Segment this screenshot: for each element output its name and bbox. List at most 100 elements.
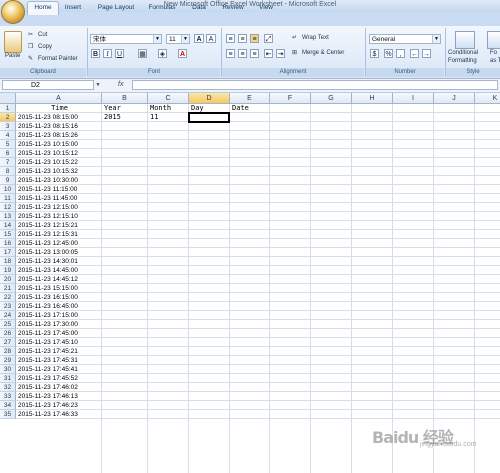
row-header[interactable]: 8 xyxy=(0,167,16,176)
font-size-select[interactable]: 11 ▼ xyxy=(166,34,190,44)
merge-center-icon[interactable]: ⊞ xyxy=(292,49,297,58)
row-header[interactable]: 10 xyxy=(0,185,16,194)
tab-formulas[interactable]: Formulas xyxy=(145,2,179,14)
bold-icon[interactable]: B xyxy=(91,49,100,58)
row-header[interactable]: 4 xyxy=(0,131,16,140)
cell-a20[interactable]: 2015-11-23 14:45:12 xyxy=(18,275,101,284)
format-as-table-label-2[interactable]: as T xyxy=(490,57,500,66)
select-all-corner[interactable] xyxy=(0,93,16,104)
cell-a10[interactable]: 2015-11-23 11:15:00 xyxy=(18,185,101,194)
cell-a3[interactable]: 2015-11-23 08:15:16 xyxy=(18,122,101,131)
chevron-down-icon[interactable]: ▼ xyxy=(181,35,189,43)
cell-b1[interactable]: Year xyxy=(104,104,147,113)
name-box[interactable]: D2 xyxy=(2,80,94,90)
row-header[interactable]: 6 xyxy=(0,149,16,158)
cell-a27[interactable]: 2015-11-23 17:45:10 xyxy=(18,338,101,347)
shrink-font-icon[interactable]: A xyxy=(206,34,216,43)
tab-insert[interactable]: Insert xyxy=(60,2,86,14)
grow-font-icon[interactable]: A xyxy=(194,34,204,43)
column-header-a[interactable]: A xyxy=(16,93,102,104)
copy-button[interactable]: Copy xyxy=(38,43,52,52)
align-top-icon[interactable]: ≡ xyxy=(226,34,235,43)
row-header[interactable]: 5 xyxy=(0,140,16,149)
row-header[interactable]: 15 xyxy=(0,230,16,239)
tab-home[interactable]: Home xyxy=(27,1,59,15)
cell-a33[interactable]: 2015-11-23 17:46:13 xyxy=(18,392,101,401)
row-header[interactable]: 16 xyxy=(0,239,16,248)
cell-a25[interactable]: 2015-11-23 17:30:00 xyxy=(18,320,101,329)
row-header[interactable]: 35 xyxy=(0,410,16,419)
cell-a12[interactable]: 2015-11-23 12:15:00 xyxy=(18,203,101,212)
cell-a34[interactable]: 2015-11-23 17:46:23 xyxy=(18,401,101,410)
formula-input[interactable] xyxy=(132,80,498,90)
cell-a6[interactable]: 2015-11-23 10:15:12 xyxy=(18,149,101,158)
column-header-f[interactable]: F xyxy=(270,93,311,104)
row-header[interactable]: 19 xyxy=(0,266,16,275)
cell-a2[interactable]: 2015-11-23 08:15:00 xyxy=(18,113,101,122)
row-header[interactable]: 21 xyxy=(0,284,16,293)
active-cell-cursor[interactable] xyxy=(188,112,230,123)
conditional-formatting-icon[interactable] xyxy=(455,31,475,49)
row-header[interactable]: 2 xyxy=(0,113,16,122)
tab-page-layout[interactable]: Page Layout xyxy=(93,2,139,14)
increase-decimal-icon[interactable]: ← xyxy=(410,49,419,58)
fill-color-icon[interactable]: ◈ xyxy=(158,49,167,58)
cell-a31[interactable]: 2015-11-23 17:45:52 xyxy=(18,374,101,383)
column-header-i[interactable]: I xyxy=(393,93,434,104)
row-header[interactable]: 7 xyxy=(0,158,16,167)
cell-a23[interactable]: 2015-11-23 16:45:00 xyxy=(18,302,101,311)
percent-icon[interactable]: % xyxy=(384,49,393,58)
row-header[interactable]: 31 xyxy=(0,374,16,383)
cell-a8[interactable]: 2015-11-23 10:15:32 xyxy=(18,167,101,176)
cell-a11[interactable]: 2015-11-23 11:45:00 xyxy=(18,194,101,203)
row-header[interactable]: 22 xyxy=(0,293,16,302)
spreadsheet-grid[interactable]: A B C D E F G H I J K 1 2 3 4 5 6 7 8 9 10 11 12 13 14 15 16 17 18 19… xyxy=(0,93,500,473)
cell-a14[interactable]: 2015-11-23 12:15:21 xyxy=(18,221,101,230)
row-header[interactable]: 17 xyxy=(0,248,16,257)
conditional-formatting-label-2[interactable]: Formatting xyxy=(448,57,477,66)
cell-a35[interactable]: 2015-11-23 17:46:33 xyxy=(18,410,101,419)
row-header[interactable]: 11 xyxy=(0,194,16,203)
row-header[interactable]: 25 xyxy=(0,320,16,329)
cell-a5[interactable]: 2015-11-23 10:15:00 xyxy=(18,140,101,149)
row-header[interactable]: 29 xyxy=(0,356,16,365)
office-button[interactable] xyxy=(1,0,25,24)
chevron-down-icon[interactable]: ▼ xyxy=(153,35,161,43)
tab-data[interactable]: Data xyxy=(187,2,211,14)
column-header-d[interactable]: D xyxy=(189,93,230,104)
italic-icon[interactable]: I xyxy=(103,49,112,58)
format-painter-button[interactable]: Format Painter xyxy=(38,55,78,64)
decrease-indent-icon[interactable]: ⇤ xyxy=(264,49,273,58)
cell-a9[interactable]: 2015-11-23 10:30:00 xyxy=(18,176,101,185)
cell-b2[interactable]: 2015 xyxy=(104,113,147,122)
name-box-dropdown-icon[interactable]: ▼ xyxy=(94,80,102,90)
cell-a26[interactable]: 2015-11-23 17:45:00 xyxy=(18,329,101,338)
underline-icon[interactable]: U xyxy=(115,49,124,58)
align-middle-icon[interactable]: ≡ xyxy=(238,34,247,43)
column-header-b[interactable]: B xyxy=(102,93,148,104)
row-header[interactable]: 1 xyxy=(0,104,16,113)
paste-button[interactable]: Paste xyxy=(5,52,20,61)
row-header[interactable]: 20 xyxy=(0,275,16,284)
format-as-table-icon[interactable] xyxy=(487,31,500,49)
row-header[interactable]: 9 xyxy=(0,176,16,185)
merge-center-button[interactable]: Merge & Center xyxy=(302,49,344,58)
row-header[interactable]: 32 xyxy=(0,383,16,392)
row-header[interactable]: 34 xyxy=(0,401,16,410)
cell-a32[interactable]: 2015-11-23 17:46:02 xyxy=(18,383,101,392)
wrap-text-icon[interactable]: ↵ xyxy=(292,34,297,43)
column-header-k[interactable]: K xyxy=(475,93,500,104)
wrap-text-button[interactable]: Wrap Text xyxy=(302,34,329,43)
cell-a29[interactable]: 2015-11-23 17:45:31 xyxy=(18,356,101,365)
row-header[interactable]: 30 xyxy=(0,365,16,374)
cell-a15[interactable]: 2015-11-23 12:15:31 xyxy=(18,230,101,239)
tab-view[interactable]: View xyxy=(254,2,278,14)
row-header[interactable]: 23 xyxy=(0,302,16,311)
row-header[interactable]: 26 xyxy=(0,329,16,338)
borders-icon[interactable]: ▦ xyxy=(138,49,147,58)
cell-a16[interactable]: 2015-11-23 12:45:00 xyxy=(18,239,101,248)
row-header[interactable]: 33 xyxy=(0,392,16,401)
tab-review[interactable]: Review xyxy=(218,2,248,14)
cell-a30[interactable]: 2015-11-23 17:45:41 xyxy=(18,365,101,374)
currency-icon[interactable]: $ xyxy=(370,49,379,58)
